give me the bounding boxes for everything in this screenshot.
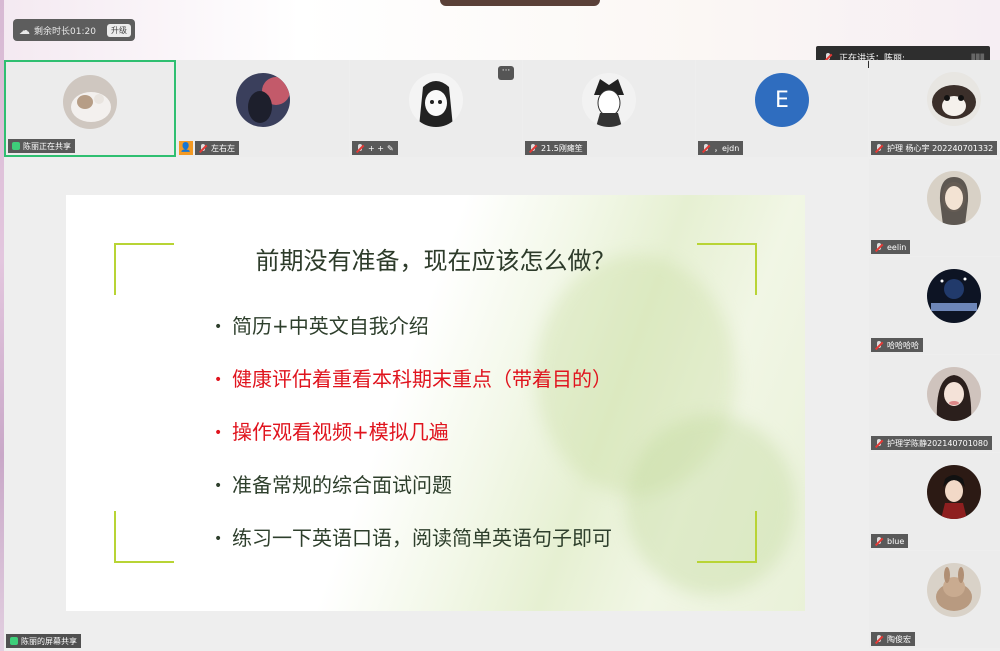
slide-title: 前期没有准备，现在应该怎么做？ xyxy=(255,247,616,275)
avatar xyxy=(927,171,981,225)
participant-tile[interactable]: ··· + + ✎ xyxy=(350,60,522,157)
participant-tile[interactable]: 护理 杨心宇 202240701332 xyxy=(869,60,1000,157)
slide-bullet: 简历+中英文自我介绍 xyxy=(232,313,612,340)
cloud-icon: ☁ xyxy=(19,23,30,37)
participant-tile[interactable]: 护理学陈静202140701080 xyxy=(869,355,1000,452)
slide-background-decoration xyxy=(626,415,796,595)
participant-tile[interactable]: 陶俊宏 xyxy=(869,551,1000,648)
upgrade-button[interactable]: 升级 xyxy=(107,23,131,37)
avatar xyxy=(63,75,117,129)
remaining-time-text: 剩余时长01:20 xyxy=(34,26,96,37)
slide-corner-bracket xyxy=(114,511,174,563)
avatar xyxy=(927,367,981,421)
avatar-initial: E xyxy=(775,87,789,113)
remaining-time-pill: ☁ 剩余时长01:20 升级 xyxy=(13,19,135,41)
participant-name-tag: 陈丽正在共享 xyxy=(8,139,75,153)
participant-name-tag: ，ejdn xyxy=(698,141,744,155)
screen-share-view[interactable]: 前期没有准备，现在应该怎么做？ 简历+中英文自我介绍 健康评估着重看本科期末重点… xyxy=(4,159,865,651)
slide-bullet: 健康评估着重看本科期末重点（带着目的） xyxy=(232,366,612,393)
slide-bullet: 练习一下英语口语，阅读简单英语句子即可 xyxy=(232,525,612,552)
mic-muted-icon xyxy=(199,143,208,153)
screen-share-label: 陈丽的屏幕共享 xyxy=(6,634,81,648)
participant-name-tag: 护理 杨心宇 202240701332 xyxy=(871,141,998,155)
participant-name-tag: blue xyxy=(871,534,909,548)
wallpaper-detail xyxy=(440,0,600,6)
avatar xyxy=(582,73,636,127)
participant-tile[interactable]: 👤 左右左 xyxy=(177,60,349,157)
slide-corner-bracket xyxy=(697,511,757,563)
participant-tile[interactable]: 哈哈哈哈 xyxy=(869,257,1000,354)
mic-muted-icon xyxy=(875,536,884,546)
avatar xyxy=(927,563,981,617)
participant-tile[interactable]: eelin xyxy=(869,159,1000,256)
participant-name-tag: + + ✎ xyxy=(352,141,398,155)
avatar xyxy=(927,269,981,323)
slide-bullet: 准备常规的综合面试问题 xyxy=(232,472,612,499)
slide-bullet-list: 简历+中英文自我介绍 健康评估着重看本科期末重点（带着目的） 操作观看视频+模拟… xyxy=(232,313,612,578)
participant-name-tag: 左右左 xyxy=(195,141,239,155)
user-icon: 👤 xyxy=(179,141,193,155)
screen-share-icon xyxy=(12,142,20,150)
mic-muted-icon xyxy=(875,438,884,448)
participant-tile[interactable]: 陈丽正在共享 xyxy=(4,60,176,157)
screen-share-icon xyxy=(10,637,18,645)
participant-tile[interactable]: E ，ejdn xyxy=(696,60,868,157)
slide-bullet: 操作观看视频+模拟几遍 xyxy=(232,419,612,446)
more-options-icon[interactable]: ··· xyxy=(498,66,514,80)
presentation-slide: 前期没有准备，现在应该怎么做？ 简历+中英文自我介绍 健康评估着重看本科期末重点… xyxy=(66,195,805,611)
participant-tile[interactable]: 21.5刚瘫笙 xyxy=(523,60,695,157)
mic-muted-icon xyxy=(875,340,884,350)
avatar: E xyxy=(755,73,809,127)
participant-name-tag: 陶俊宏 xyxy=(871,632,915,646)
participant-tile[interactable]: blue xyxy=(869,453,1000,550)
mic-muted-icon xyxy=(875,634,884,644)
mic-muted-icon xyxy=(875,242,884,252)
mic-muted-icon xyxy=(702,143,711,153)
participant-name-tag: 哈哈哈哈 xyxy=(871,338,923,352)
avatar xyxy=(927,72,981,126)
avatar xyxy=(236,73,290,127)
mic-muted-icon xyxy=(875,143,884,153)
avatar xyxy=(927,465,981,519)
pen-icon: ✎ xyxy=(386,143,394,153)
mic-muted-icon xyxy=(529,143,538,153)
mic-muted-icon xyxy=(356,143,365,153)
participant-name-tag: 护理学陈静202140701080 xyxy=(871,436,993,450)
participant-name-tag: eelin xyxy=(871,240,911,254)
avatar xyxy=(409,73,463,127)
participant-name-tag: 21.5刚瘫笙 xyxy=(525,141,587,155)
